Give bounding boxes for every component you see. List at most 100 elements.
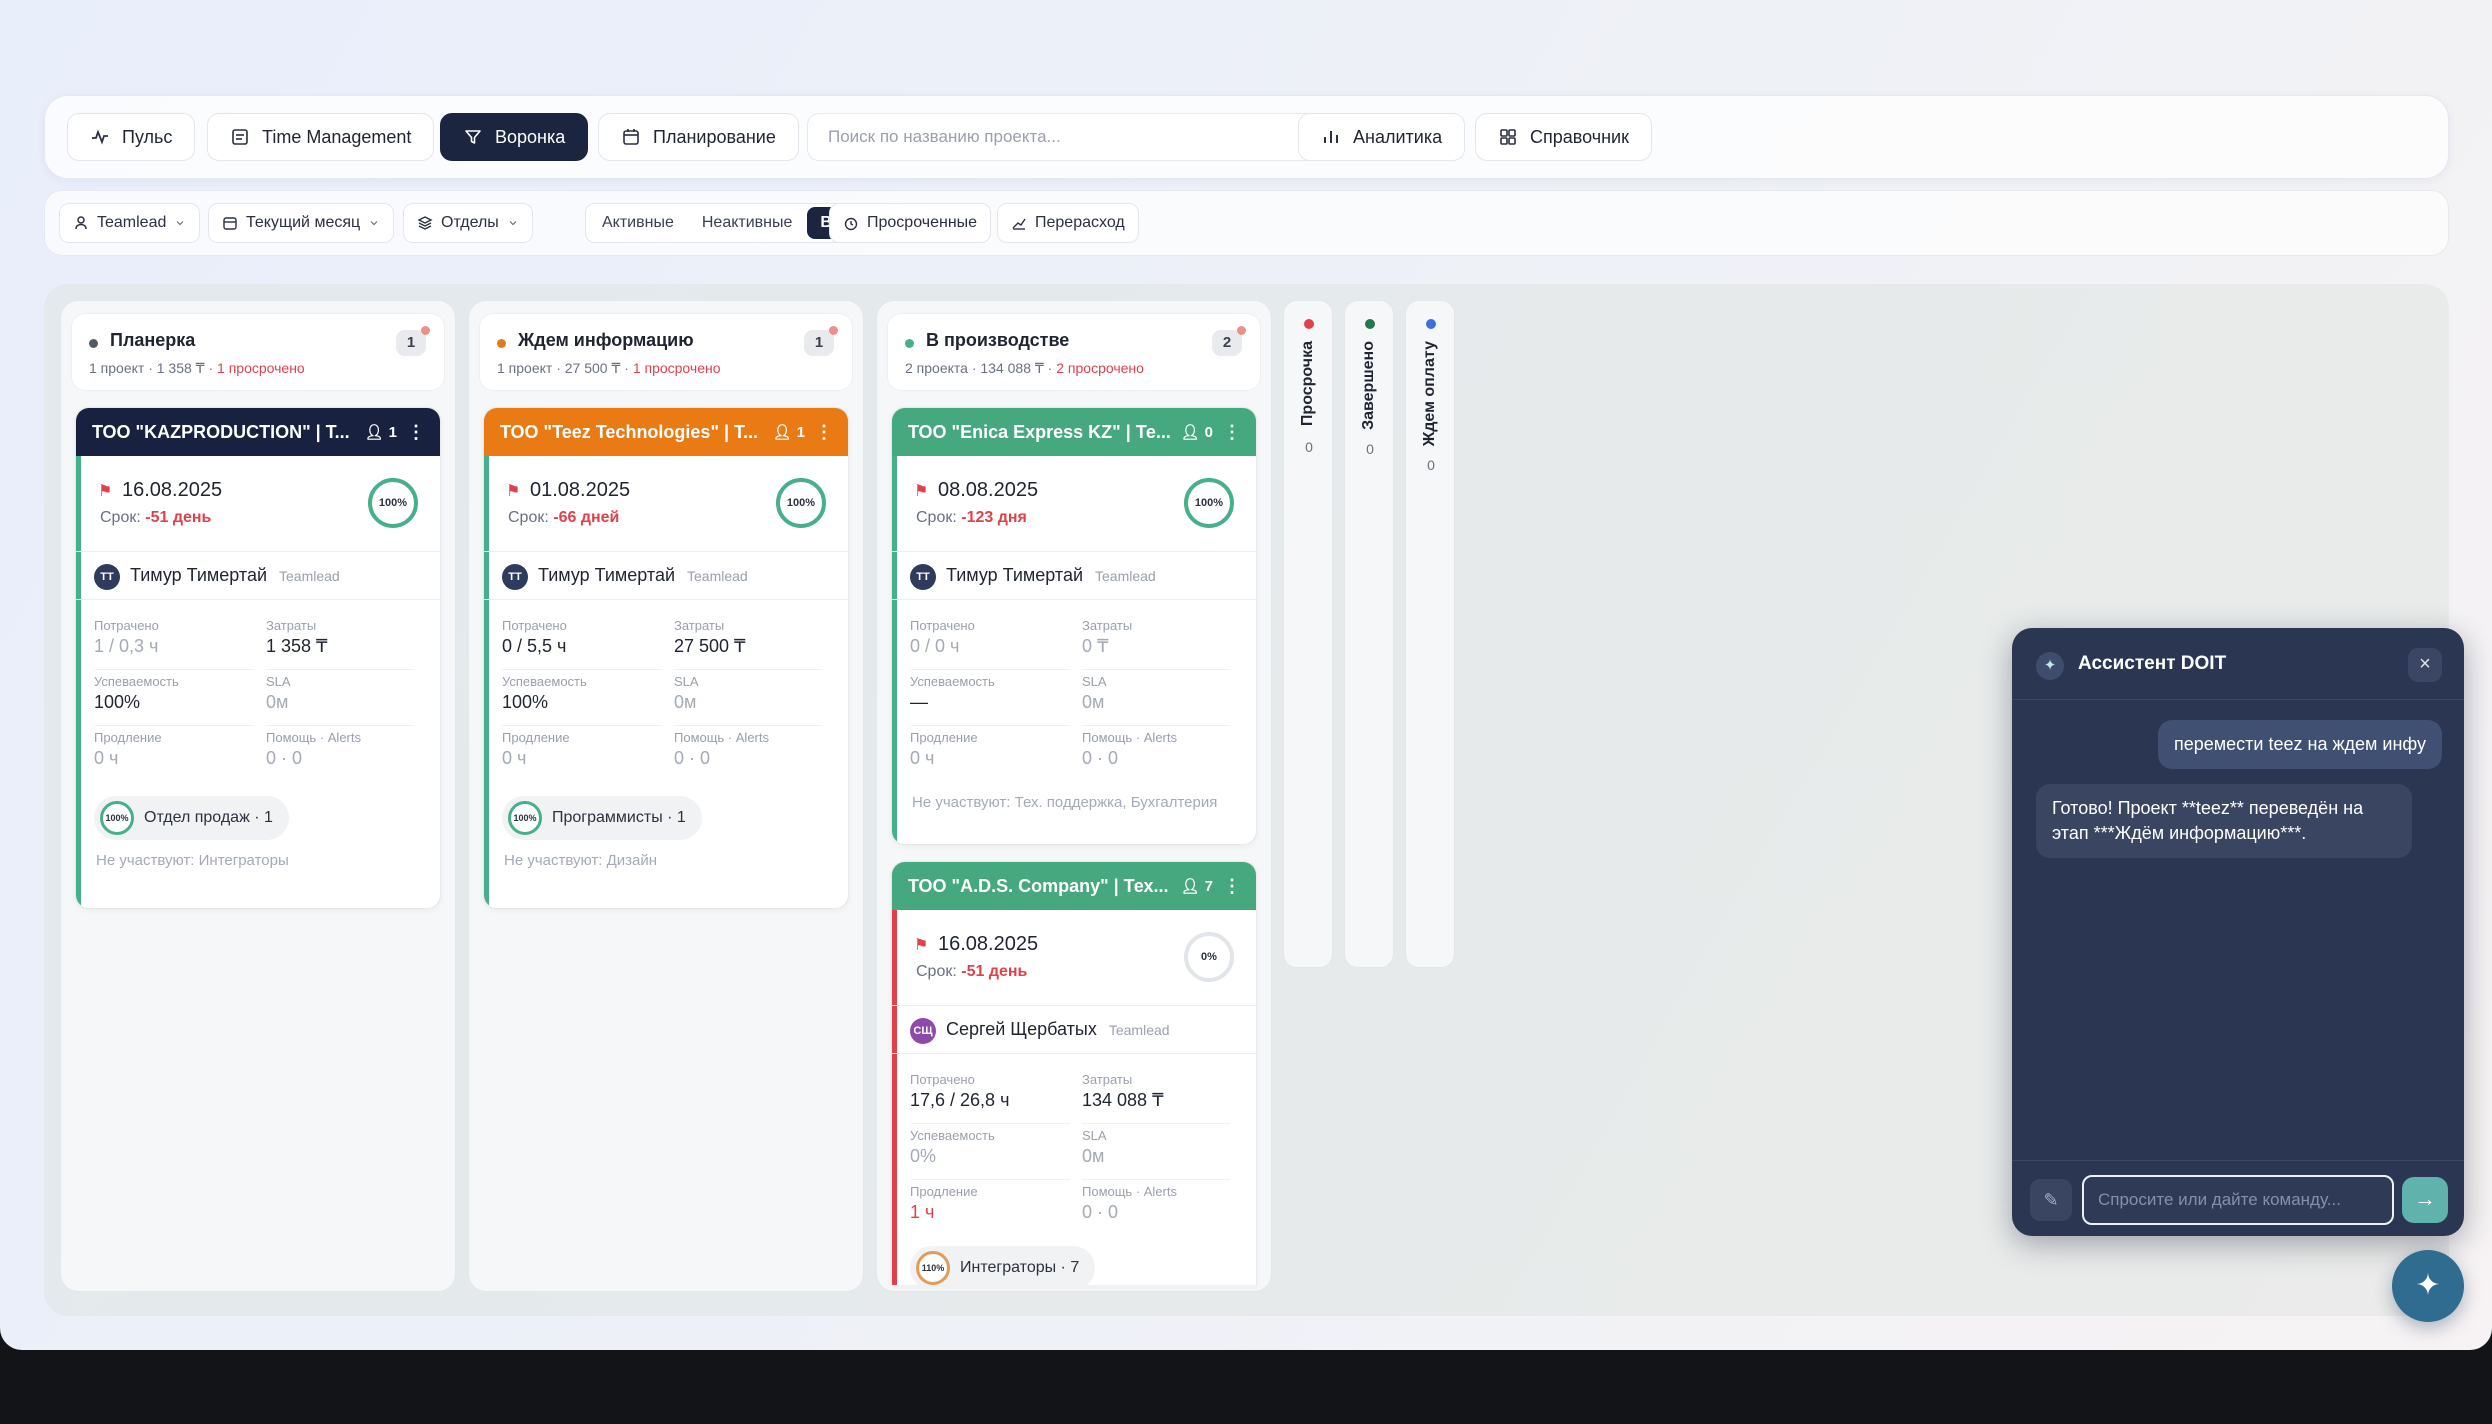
- metric-extension: Продление 0 ч: [502, 726, 662, 782]
- progress-ring: 0%: [1184, 932, 1234, 982]
- more-menu-icon[interactable]: ⋮: [1223, 422, 1241, 443]
- participant-count: 7: [1204, 877, 1213, 895]
- card-deadline: ⚑ 08.08.2025 Срок: -123 дня 100%: [892, 456, 1256, 552]
- metric-value: 1 / 0,3 ч: [94, 636, 159, 656]
- column-summary-text: 1 проект · 1 358 ₸ ·: [89, 360, 218, 376]
- collapsed-column-completed[interactable]: Завершено 0: [1344, 300, 1394, 968]
- project-card[interactable]: ТОО "KAZPRODUCTION" | Т... 👤︎ 1 ⋮ ⚑ 16.08…: [75, 407, 441, 909]
- progress-ring: 100%: [776, 478, 826, 528]
- column-in-production: В производстве 2 проекта · 134 088 ₸ · 2…: [876, 300, 1272, 1292]
- more-menu-icon[interactable]: ⋮: [815, 422, 833, 443]
- segment-inactive[interactable]: Неактивные: [689, 207, 806, 239]
- nav-analytics-label: Аналитика: [1353, 126, 1443, 147]
- close-icon[interactable]: ×: [2408, 648, 2442, 682]
- overdue-filter-label: Просроченные: [867, 214, 978, 231]
- metric-label: Помощь · Alerts: [674, 730, 769, 745]
- metric-label: Помощь · Alerts: [1082, 730, 1177, 745]
- nav-time-management-button[interactable]: Time Management: [207, 113, 435, 161]
- metric-extension: Продление 1 ч: [910, 1180, 1070, 1236]
- progress-ring: 100%: [368, 478, 418, 528]
- department-progress-ring: 110%: [916, 1251, 950, 1285]
- metric-sla: SLA 0м: [266, 670, 414, 726]
- metric-label: SLA: [1082, 674, 1107, 689]
- assistant-chat-panel: ✦ Ассистент DOIT × перемести teez на жде…: [2012, 628, 2464, 1236]
- overdue-filter[interactable]: Просроченные: [829, 203, 992, 243]
- bar-chart-icon: [1324, 131, 1338, 143]
- send-button[interactable]: →: [2402, 1177, 2448, 1223]
- column-title: Планерка: [110, 330, 196, 350]
- deadline-remaining: Срок: -51 день: [100, 509, 211, 527]
- metric-value: 0 · 0: [1082, 1202, 1119, 1222]
- card-owner: ТТ Тимур Тимертай Teamlead: [892, 552, 1256, 600]
- departments-filter-label: Отделы: [441, 214, 499, 231]
- assistant-fab-button[interactable]: ✦: [2392, 1250, 2464, 1322]
- more-menu-icon[interactable]: ⋮: [407, 422, 425, 443]
- owner-name: Сергей Щербатых: [946, 1019, 1097, 1039]
- metric-value: 100%: [94, 692, 141, 712]
- app-window: Пульс Time Management Воронка Планирован…: [0, 0, 2492, 1350]
- nav-reference-button[interactable]: Справочник: [1475, 113, 1652, 161]
- collapsed-column-count: 0: [1366, 441, 1374, 457]
- column-planning: Планерка 1 проект · 1 358 ₸ · 1 просроче…: [60, 300, 456, 1292]
- department-chip[interactable]: 100% Программисты · 1: [502, 796, 702, 840]
- card-deadline: ⚑ 16.08.2025 Срок: -51 день 100%: [76, 456, 440, 552]
- chat-input[interactable]: [2082, 1175, 2394, 1225]
- person-icon: 👤︎: [364, 424, 384, 441]
- department-progress-ring: 100%: [508, 801, 542, 835]
- project-search-input[interactable]: [807, 113, 1325, 161]
- metric-label: Продление: [910, 730, 978, 745]
- metric-value: 27 500 ₸: [674, 636, 746, 656]
- column-summary-text: 1 проект · 27 500 ₸ ·: [497, 360, 633, 376]
- layers-icon: [417, 216, 433, 230]
- overspend-filter[interactable]: Перерасход: [997, 203, 1139, 243]
- metric-value: 0 / 0 ч: [910, 636, 960, 656]
- nav-planning-button[interactable]: Планирование: [598, 113, 799, 161]
- nav-funnel-button[interactable]: Воронка: [440, 113, 589, 161]
- department-chip[interactable]: 110% Интеграторы · 7: [910, 1246, 1096, 1285]
- owner-name-wrap: Тимур Тимертай Teamlead: [538, 565, 748, 586]
- metric-spent: Потрачено 0 / 5,5 ч: [502, 614, 662, 670]
- metric-value: 0 ч: [502, 748, 527, 768]
- metric-value: 100%: [502, 692, 549, 712]
- collapsed-column-title: Завершено: [1360, 341, 1377, 430]
- nav-pulse-button[interactable]: Пульс: [67, 113, 196, 161]
- more-menu-icon[interactable]: ⋮: [1223, 876, 1241, 897]
- collapsed-column-count: 0: [1427, 457, 1435, 473]
- column-status-dot: [905, 339, 914, 348]
- project-card[interactable]: ТОО "Teez Technologies" | Т... 👤︎ 1 ⋮ ⚑ 0…: [483, 407, 849, 909]
- metric-help-alerts: Помощь · Alerts 0 · 0: [674, 726, 822, 782]
- departments-filter[interactable]: Отделы: [403, 203, 533, 243]
- chevron-down-icon: [176, 221, 184, 226]
- collapsed-column-overdue[interactable]: Просрочка 0: [1283, 300, 1333, 968]
- metric-value: 0 / 5,5 ч: [502, 636, 567, 656]
- metric-value: 0м: [1082, 692, 1105, 712]
- card-metrics: Потрачено 0 / 0 ч Затраты 0 ₸ Успеваемость…: [892, 600, 1256, 782]
- metric-spent: Потрачено 17,6 / 26,8 ч: [910, 1068, 1070, 1124]
- teamlead-filter[interactable]: Teamlead: [59, 203, 201, 243]
- deadline-remaining: Срок: -66 дней: [508, 509, 619, 527]
- srok-value: -66 дней: [553, 509, 620, 526]
- metric-value: 0 · 0: [1082, 748, 1119, 768]
- magic-wand-icon[interactable]: ✎: [2030, 1179, 2072, 1221]
- metric-value: 0 · 0: [674, 748, 711, 768]
- metric-label: SLA: [674, 674, 699, 689]
- project-card[interactable]: ТОО "Enica Express KZ" | Те... 👤︎ 0 ⋮ ⚑ 0…: [891, 407, 1257, 845]
- metric-help-alerts: Помощь · Alerts 0 · 0: [1082, 1180, 1230, 1236]
- metric-label: Затраты: [1082, 618, 1133, 633]
- department-chip[interactable]: 100% Отдел продаж · 1: [94, 796, 289, 840]
- metric-label: Успеваемость: [910, 674, 995, 689]
- nav-analytics-button[interactable]: Аналитика: [1298, 113, 1466, 161]
- project-card[interactable]: ТОО "A.D.S. Company" | Тех... 👤︎ 7 ⋮ ⚑ 16…: [891, 861, 1257, 1285]
- nav-time-management-label: Time Management: [262, 126, 412, 147]
- user-message: перемести teez на ждем инфу: [2158, 720, 2442, 769]
- column-count-badge: 1: [804, 326, 838, 356]
- metric-label: Помощь · Alerts: [1082, 1184, 1177, 1199]
- metric-help-alerts: Помощь · Alerts 0 · 0: [1082, 726, 1230, 782]
- metric-label: Затраты: [266, 618, 317, 633]
- calendar-icon: [223, 217, 237, 230]
- period-filter[interactable]: Текущий месяц: [208, 203, 395, 243]
- metric-label: Продление: [502, 730, 570, 745]
- segment-active[interactable]: Активные: [589, 207, 687, 239]
- collapsed-column-waiting-payment[interactable]: Ждем оплату 0: [1405, 300, 1455, 968]
- srok-value: -51 день: [145, 509, 212, 526]
